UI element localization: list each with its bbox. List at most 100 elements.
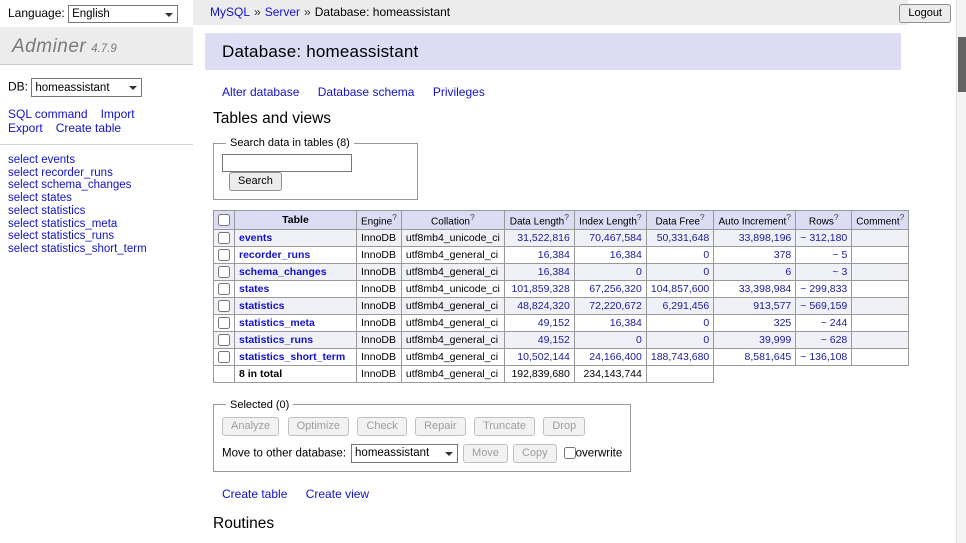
- index-length-cell: 67,256,320: [574, 280, 646, 297]
- export-link[interactable]: Export: [8, 121, 43, 135]
- sidebar-link-select-schema-changes[interactable]: select schema_changes: [8, 179, 193, 192]
- sidebar-link-select-statistics-meta[interactable]: select statistics_meta: [8, 218, 193, 231]
- engine-cell: InnoDB: [357, 365, 402, 382]
- auto-increment-cell: 378: [714, 246, 796, 263]
- optimize-button[interactable]: Optimize: [288, 417, 349, 436]
- index-length-cell: 16,384: [574, 246, 646, 263]
- sidebar-link-select-states[interactable]: select states: [8, 192, 193, 205]
- search-input[interactable]: [222, 154, 352, 172]
- move-row: Move to other database: homeassistant Move…: [222, 444, 622, 464]
- collation-cell: utf8mb4_general_ci: [401, 246, 504, 263]
- auto-increment-cell: 325: [714, 314, 796, 331]
- breadcrumb-link-server[interactable]: Server: [265, 5, 300, 19]
- data-free-cell: 0: [646, 314, 713, 331]
- db-select[interactable]: homeassistant: [31, 78, 142, 97]
- sidebar-link-select-statistics[interactable]: select statistics: [8, 205, 193, 218]
- analyze-button[interactable]: Analyze: [222, 417, 279, 436]
- table-link-schema-changes[interactable]: schema_changes: [239, 266, 327, 278]
- alter-database-link[interactable]: Alter database: [222, 85, 299, 99]
- engine-cell: InnoDB: [357, 297, 402, 314]
- row-checkbox[interactable]: [218, 300, 230, 312]
- copy-button[interactable]: Copy: [513, 444, 557, 463]
- create-table-link[interactable]: Create table: [222, 487, 287, 501]
- table-link-events[interactable]: events: [239, 232, 272, 244]
- privileges-link[interactable]: Privileges: [433, 85, 485, 99]
- sidebar-link-select-statistics-runs[interactable]: select statistics_runs: [8, 230, 193, 243]
- sidebar-table-list: select events select recorder_runs selec…: [8, 154, 193, 256]
- table-row: statistics_meta InnoDB utf8mb4_general_c…: [214, 314, 909, 331]
- comment-cell: [852, 348, 909, 365]
- table-row: recorder_runs InnoDB utf8mb4_general_ci …: [214, 246, 909, 263]
- row-checkbox[interactable]: [218, 317, 230, 329]
- language-select[interactable]: English: [68, 5, 178, 23]
- table-link-statistics-short-term[interactable]: statistics_short_term: [239, 351, 345, 363]
- row-checkbox[interactable]: [218, 283, 230, 295]
- table-link-statistics-runs[interactable]: statistics_runs: [239, 334, 313, 346]
- table-link-statistics-meta[interactable]: statistics_meta: [239, 317, 315, 329]
- row-checkbox[interactable]: [218, 351, 230, 363]
- sidebar-link-select-statistics-short-term[interactable]: select statistics_short_term: [8, 243, 193, 256]
- check-button[interactable]: Check: [357, 417, 406, 436]
- move-db-select[interactable]: homeassistant: [351, 444, 458, 463]
- app-name: Adminer: [12, 36, 86, 57]
- table-link-statistics[interactable]: statistics: [239, 300, 285, 312]
- auto-increment-cell: 8,581,645: [714, 348, 796, 365]
- data-length-cell: 192,839,680: [504, 365, 574, 382]
- table-link-states[interactable]: states: [239, 283, 269, 295]
- table-link-recorder-runs[interactable]: recorder_runs: [239, 249, 310, 261]
- sidebar-link-select-events[interactable]: select events: [8, 154, 193, 167]
- row-checkbox[interactable]: [218, 266, 230, 278]
- scrollbar-thumb[interactable]: [958, 37, 966, 92]
- select-all-checkbox[interactable]: [218, 214, 230, 226]
- comment-cell: [852, 263, 909, 280]
- table-row: statistics_runs InnoDB utf8mb4_general_c…: [214, 331, 909, 348]
- create-view-link[interactable]: Create view: [306, 487, 369, 501]
- vertical-scrollbar[interactable]: [956, 0, 966, 543]
- import-link[interactable]: Import: [101, 107, 135, 121]
- sidebar-link-select-recorder-runs[interactable]: select recorder_runs: [8, 167, 193, 180]
- breadcrumb-separator: »: [304, 5, 311, 19]
- row-checkbox[interactable]: [218, 249, 230, 261]
- data-free-cell: [646, 365, 713, 382]
- overwrite-checkbox[interactable]: [564, 447, 576, 459]
- logout-button[interactable]: Logout: [899, 4, 951, 23]
- page-title: Database: homeassistant: [205, 33, 901, 70]
- search-fieldset: Search data in tables (8) Search: [213, 137, 418, 200]
- row-checkbox[interactable]: [218, 334, 230, 346]
- index-length-cell: 0: [574, 331, 646, 348]
- data-free-cell: 0: [646, 331, 713, 348]
- move-button[interactable]: Move: [463, 444, 508, 463]
- auto-increment-cell: 33,898,196: [714, 229, 796, 246]
- tables-overview-table: Table Engine? Collation? Data Length? In…: [213, 210, 909, 382]
- sql-command-link[interactable]: SQL command: [8, 107, 88, 121]
- table-row: statistics_short_term InnoDB utf8mb4_gen…: [214, 348, 909, 365]
- hint-icon: ?: [786, 212, 791, 222]
- index-length-cell: 72,220,672: [574, 297, 646, 314]
- repair-button[interactable]: Repair: [415, 417, 465, 436]
- database-schema-link[interactable]: Database schema: [318, 85, 415, 99]
- move-label: Move to other database:: [222, 447, 346, 459]
- engine-cell: InnoDB: [357, 246, 402, 263]
- col-header-collation: Collation?: [401, 211, 504, 229]
- language-select-wrap: English: [68, 5, 178, 23]
- engine-cell: InnoDB: [357, 263, 402, 280]
- table-row: states InnoDB utf8mb4_unicode_ci 101,859…: [214, 280, 909, 297]
- index-length-cell: 70,467,584: [574, 229, 646, 246]
- auto-increment-cell: 913,577: [714, 297, 796, 314]
- row-checkbox[interactable]: [218, 232, 230, 244]
- collation-cell: utf8mb4_general_ci: [401, 365, 504, 382]
- search-button[interactable]: Search: [229, 172, 282, 191]
- language-label: Language:: [8, 6, 65, 20]
- tables-and-views-heading: Tables and views: [213, 110, 956, 128]
- table-total-row: 8 in total InnoDB utf8mb4_general_ci 192…: [214, 365, 909, 382]
- table-row: statistics InnoDB utf8mb4_general_ci 48,…: [214, 297, 909, 314]
- col-header-data-length: Data Length?: [504, 211, 574, 229]
- data-free-cell: 104,857,600: [646, 280, 713, 297]
- breadcrumb-link-mysql[interactable]: MySQL: [210, 5, 250, 19]
- table-row: schema_changes InnoDB utf8mb4_general_ci…: [214, 263, 909, 280]
- truncate-button[interactable]: Truncate: [474, 417, 535, 436]
- create-links-row: Create table Create view: [222, 487, 956, 501]
- auto-increment-cell: 6: [714, 263, 796, 280]
- drop-button[interactable]: Drop: [543, 417, 585, 436]
- create-table-sidebar-link[interactable]: Create table: [56, 121, 121, 135]
